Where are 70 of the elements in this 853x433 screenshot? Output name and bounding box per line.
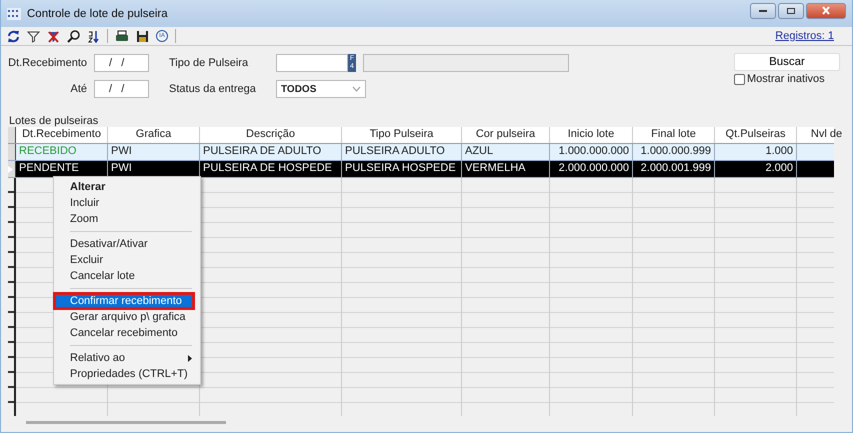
chevron-down-icon: [352, 86, 361, 92]
scrollbar-thumb[interactable]: [26, 420, 226, 424]
menu-item[interactable]: Cancelar lote: [54, 268, 200, 284]
minimize-icon: [758, 8, 768, 12]
field-label: Status da entrega: [169, 83, 257, 95]
column-header[interactable]: Cor pulseira: [462, 127, 550, 143]
search-button[interactable]: Buscar: [734, 53, 840, 71]
table-cell: PULSEIRA DE ADULTO: [200, 144, 342, 160]
printer-icon[interactable]: [115, 30, 129, 42]
corner-header: [8, 127, 16, 143]
filter-icon[interactable]: [27, 30, 40, 42]
column-header[interactable]: Final lote: [633, 127, 715, 143]
save-icon[interactable]: [136, 30, 149, 42]
table-cell: VERMELHA: [462, 161, 550, 177]
menu-item[interactable]: Desativar/Ativar: [54, 236, 200, 252]
row-pointer-icon: [8, 166, 13, 172]
table-cell: 1.000.000.999: [633, 144, 715, 160]
date-field[interactable]: / /: [94, 80, 149, 98]
zoom-icon[interactable]: [67, 30, 80, 42]
minimize-button[interactable]: [750, 2, 776, 18]
table-cell: 1.000: [715, 144, 797, 160]
column-header[interactable]: Tipo Pulseira: [342, 127, 462, 143]
clear-filter-icon[interactable]: [47, 30, 60, 42]
column-header[interactable]: Descrição: [200, 127, 342, 143]
column-header[interactable]: Qt.Pulseiras: [715, 127, 797, 143]
column-header[interactable]: Grafica: [108, 127, 200, 143]
field-label: Tipo de Pulseira: [169, 57, 250, 69]
grid-title: Lotes de pulseiras: [8, 115, 100, 127]
column-header[interactable]: Nvl de: [797, 127, 852, 143]
refresh-icon[interactable]: [7, 30, 20, 42]
table-cell: 1.000.000.000: [550, 144, 633, 160]
date-field[interactable]: / /: [94, 54, 149, 72]
menu-item[interactable]: Relativo ao: [54, 350, 200, 366]
menu-item[interactable]: Zoom: [54, 211, 200, 227]
type-code-field[interactable]: [276, 54, 348, 72]
menu-item[interactable]: Gerar arquivo p\ grafica: [54, 309, 200, 325]
menu-item[interactable]: Alterar: [54, 179, 200, 195]
checkbox[interactable]: [734, 74, 745, 84]
close-button[interactable]: [806, 2, 846, 18]
checkbox-label: Mostrar inativos: [747, 73, 825, 85]
table-cell: AZUL: [462, 144, 550, 160]
maximize-button[interactable]: [778, 2, 804, 18]
menu-item[interactable]: Cancelar recebimento: [54, 325, 200, 341]
table-row[interactable]: RECEBIDO PWI PULSEIRA DE ADULTO PULSEIRA ADULTO AZUL 1.000.000.000 1.000.000.999 1.000: [8, 144, 834, 161]
menu-item[interactable]: Confirmar recebimento: [54, 293, 194, 309]
table-cell: PULSEIRA HOSPEDE: [342, 161, 462, 177]
row-header[interactable]: [8, 144, 16, 160]
field-label: Dt.Recebimento: [7, 57, 87, 69]
field-label: Até: [69, 83, 87, 95]
column-header[interactable]: Dt.Recebimento: [16, 127, 108, 143]
menu-item[interactable]: Incluir: [54, 195, 200, 211]
menu-item[interactable]: Excluir: [54, 252, 200, 268]
table-cell: PULSEIRA ADULTO: [342, 144, 462, 160]
sort-icon[interactable]: [87, 30, 100, 42]
window-title: Controle de lote de pulseira: [27, 8, 169, 20]
table-cell: 2.000: [715, 161, 797, 177]
submenu-arrow-icon: [188, 354, 192, 362]
table-row[interactable]: PENDENTE PWI PULSEIRA DE HOSPEDE PULSEIRA HOSPEDE VERMELHA 2.000.000.000 2.000.001.999 2.000: [8, 161, 834, 178]
status-dropdown[interactable]: TODOS: [276, 80, 366, 98]
menu-item[interactable]: Propriedades (CTRL+T): [54, 366, 200, 382]
table-cell: RECEBIDO: [16, 144, 108, 160]
maximize-icon: [786, 6, 796, 14]
table-cell: 2.000.001.999: [633, 161, 715, 177]
records-link[interactable]: Registros: 1: [775, 30, 834, 42]
table-cell: PWI: [108, 144, 200, 160]
row-header[interactable]: [8, 161, 16, 177]
close-icon: [821, 6, 831, 15]
app-icon: [7, 8, 21, 20]
column-header[interactable]: Inicio lote: [550, 127, 633, 143]
table-cell: 2.000.000.000: [550, 161, 633, 177]
